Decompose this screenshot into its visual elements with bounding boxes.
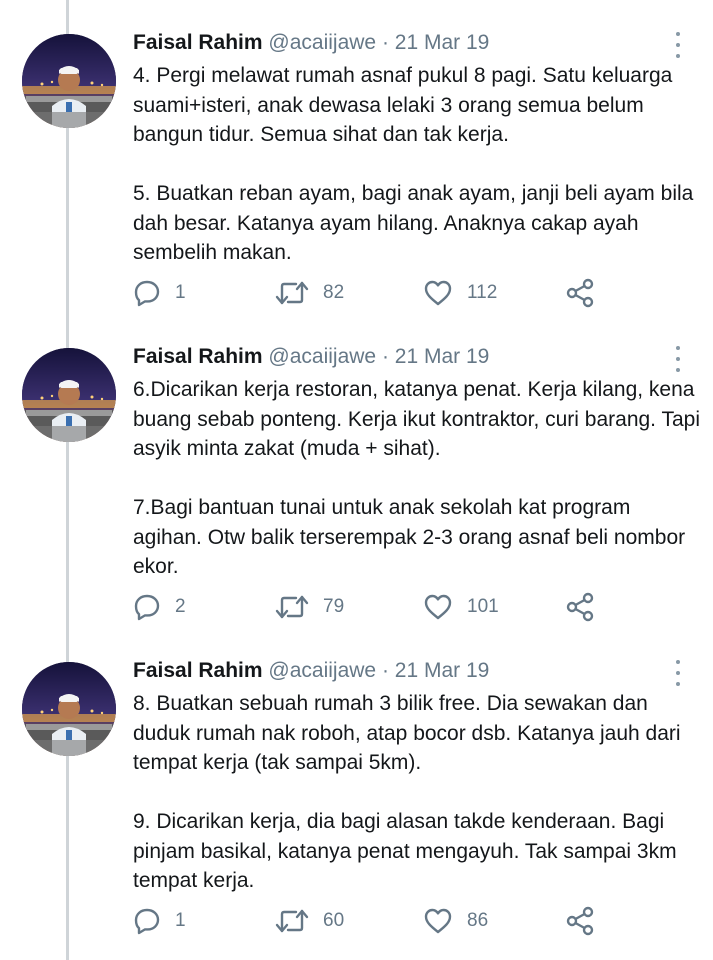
author-handle[interactable]: @acaiijawe [268,31,376,54]
tweet-text: 4. Pergi melawat rumah asnaf pukul 8 pag… [133,61,703,268]
retweet-button[interactable]: 79 [275,592,344,622]
tweet-text: 8. Buatkan sebuah rumah 3 bilik free. Di… [133,689,703,896]
tweet[interactable]: Faisal Rahim @acaiijawe · 21 Mar 19 8. B… [0,628,713,942]
tweet[interactable]: Faisal Rahim @acaiijawe · 21 Mar 19 4. P… [0,0,713,314]
share-button[interactable] [565,278,595,308]
retweet-count: 79 [323,596,345,617]
tweet-paragraph: 7.Bagi bantuan tunai untuk anak sekolah … [133,496,686,578]
more-options-icon[interactable] [672,346,684,372]
tweet-date[interactable]: 21 Mar 19 [395,31,490,54]
share-icon [566,278,594,308]
author-name[interactable]: Faisal Rahim [133,31,263,54]
author-name[interactable]: Faisal Rahim [133,345,263,368]
tweet-paragraph: 6.Dicarikan kerja restoran, katanya pena… [133,378,700,460]
heart-icon [424,280,452,306]
retweet-icon [275,281,309,305]
reply-button[interactable]: 1 [133,278,186,308]
reply-count: 1 [175,282,186,303]
like-count: 86 [467,910,489,931]
retweet-button[interactable]: 60 [275,906,344,936]
tweet-paragraph: 9. Dicarikan kerja, dia bagi alasan takd… [133,810,677,892]
tweet-paragraph: 8. Buatkan sebuah rumah 3 bilik free. Di… [133,692,681,774]
separator: · [381,659,389,682]
reply-count: 1 [175,910,186,931]
heart-icon [424,594,452,620]
more-options-icon[interactable] [672,32,684,58]
retweet-icon [275,909,309,933]
reply-icon [134,280,160,307]
reply-button[interactable]: 1 [133,906,186,936]
like-button[interactable]: 112 [423,278,497,308]
reply-count: 2 [175,596,186,617]
tweet-header: Faisal Rahim @acaiijawe · 21 Mar 19 [133,345,489,369]
tweet[interactable]: Faisal Rahim @acaiijawe · 21 Mar 19 6.Di… [0,314,713,628]
like-count: 112 [467,282,498,303]
tweet-header: Faisal Rahim @acaiijawe · 21 Mar 19 [133,31,489,55]
tweet-date[interactable]: 21 Mar 19 [395,345,490,368]
tweet-paragraph: 4. Pergi melawat rumah asnaf pukul 8 pag… [133,64,673,146]
reply-icon [134,908,160,935]
tweet-actions: 1 82 112 [133,278,613,308]
tweet-actions: 2 79 101 [133,592,613,622]
author-name[interactable]: Faisal Rahim [133,659,263,682]
tweet-paragraph: 5. Buatkan reban ayam, bagi anak ayam, j… [133,182,694,264]
like-count: 101 [467,596,499,617]
retweet-icon [275,595,309,619]
author-handle[interactable]: @acaiijawe [268,345,376,368]
tweet-date[interactable]: 21 Mar 19 [395,659,490,682]
more-options-icon[interactable] [672,660,684,686]
avatar[interactable] [22,348,116,442]
reply-button[interactable]: 2 [133,592,186,622]
tweet-text: 6.Dicarikan kerja restoran, katanya pena… [133,375,703,582]
tweet-actions: 1 60 86 [133,906,613,936]
separator: · [381,31,389,54]
retweet-count: 60 [323,910,345,931]
reply-icon [134,594,160,621]
retweet-count: 82 [323,282,345,303]
separator: · [381,345,389,368]
like-button[interactable]: 101 [423,592,499,622]
share-icon [566,906,594,936]
like-button[interactable]: 86 [423,906,488,936]
heart-icon [424,908,452,934]
avatar[interactable] [22,34,116,128]
avatar[interactable] [22,662,116,756]
share-button[interactable] [565,906,595,936]
retweet-button[interactable]: 82 [275,278,344,308]
share-button[interactable] [565,592,595,622]
share-icon [566,592,594,622]
author-handle[interactable]: @acaiijawe [268,659,376,682]
tweet-header: Faisal Rahim @acaiijawe · 21 Mar 19 [133,659,489,683]
